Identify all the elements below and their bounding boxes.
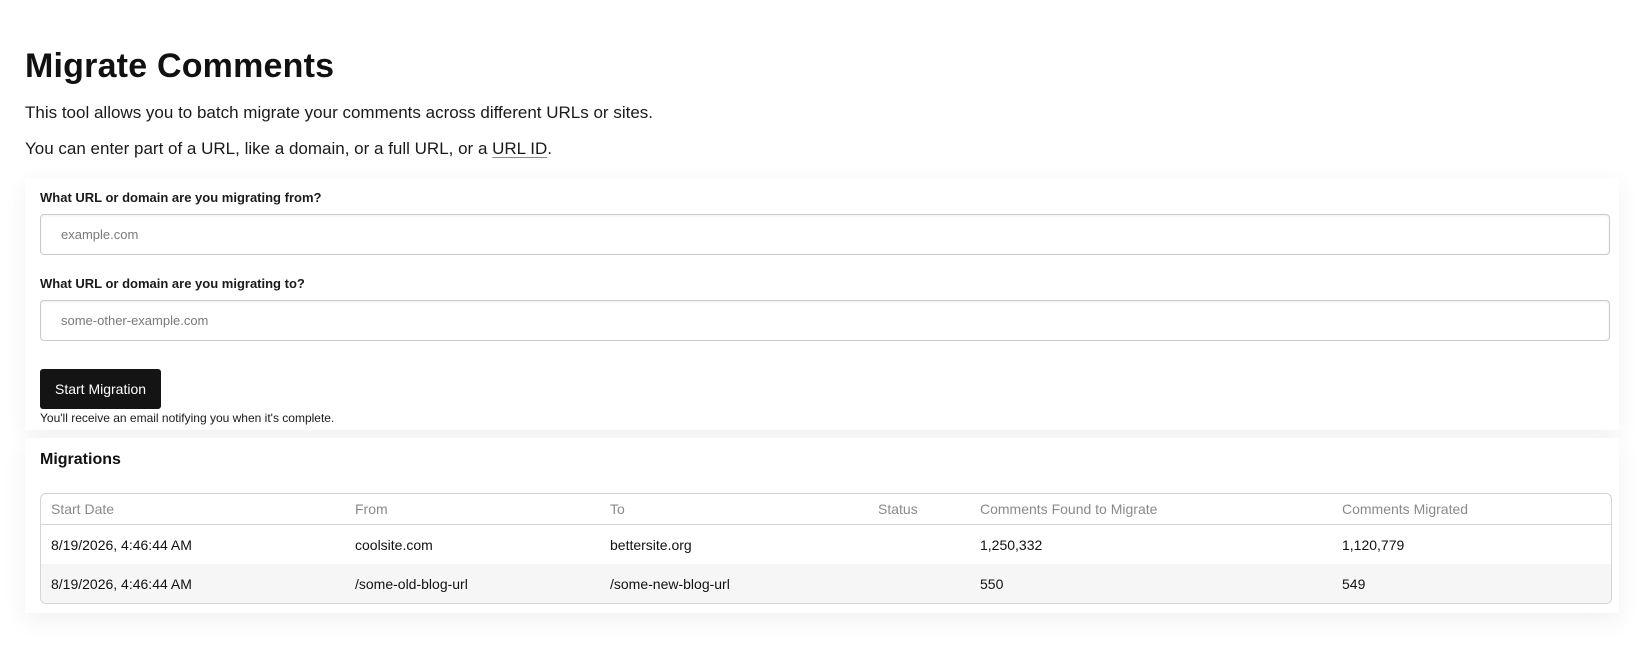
table-header-row: Start Date From To Status Comments Found… (41, 494, 1611, 525)
cell-to: /some-new-blog-url (600, 564, 868, 603)
cell-found: 1,250,332 (980, 536, 1043, 553)
to-field-label: What URL or domain are you migrating to? (40, 276, 305, 291)
cell-from: coolsite.com (355, 536, 433, 553)
migrations-table: Start Date From To Status Comments Found… (40, 493, 1612, 604)
intro-text: This tool allows you to batch migrate yo… (25, 103, 653, 122)
column-header-from: From (345, 494, 600, 525)
cell-status (868, 564, 970, 603)
cell-migrated: 549 (1332, 564, 1611, 603)
cell-start-date: 8/19/2026, 4:46:44 AM (51, 536, 192, 553)
column-header-status: Status (868, 494, 970, 525)
cell-found: 550 (970, 564, 1332, 603)
start-migration-button[interactable]: Start Migration (40, 369, 162, 409)
column-header-start-date: Start Date (41, 494, 345, 525)
column-header-found: Comments Found to Migrate (970, 494, 1332, 525)
cell-from: /some-old-blog-url (345, 564, 600, 603)
intro-text-url-hint: You can enter part of a URL, like a doma… (25, 138, 1625, 160)
intro-hint-suffix: . (547, 139, 552, 158)
cell-to: bettersite.org (610, 536, 692, 553)
cell-status (868, 525, 970, 565)
to-url-input[interactable] (40, 300, 1610, 341)
migration-form: What URL or domain are you migrating fro… (25, 178, 1619, 430)
column-header-migrated: Comments Migrated (1332, 494, 1611, 525)
email-notice-text: You'll receive an email notifying you wh… (40, 411, 335, 425)
page: Migrate Comments This tool allows you to… (0, 0, 1650, 649)
column-header-to: To (600, 494, 868, 525)
cell-start-date: 8/19/2026, 4:46:44 AM (41, 564, 345, 603)
migrations-section: Migrations Start Date From To Status Com… (25, 438, 1619, 613)
intro-hint-prefix: You can enter part of a URL, like a doma… (25, 139, 493, 158)
from-field-label: What URL or domain are you migrating fro… (40, 190, 322, 205)
table-row: 8/19/2026, 4:46:44 AM /some-old-blog-url… (41, 564, 1611, 603)
url-id-link[interactable]: URL ID (492, 139, 547, 158)
cell-migrated: 1,120,779 (1342, 536, 1405, 553)
page-title: Migrate Comments (25, 47, 335, 85)
from-url-input[interactable] (40, 214, 1610, 255)
table-row: 8/19/2026, 4:46:44 AM coolsite.com bette… (41, 525, 1611, 565)
migrations-title: Migrations (40, 451, 121, 468)
